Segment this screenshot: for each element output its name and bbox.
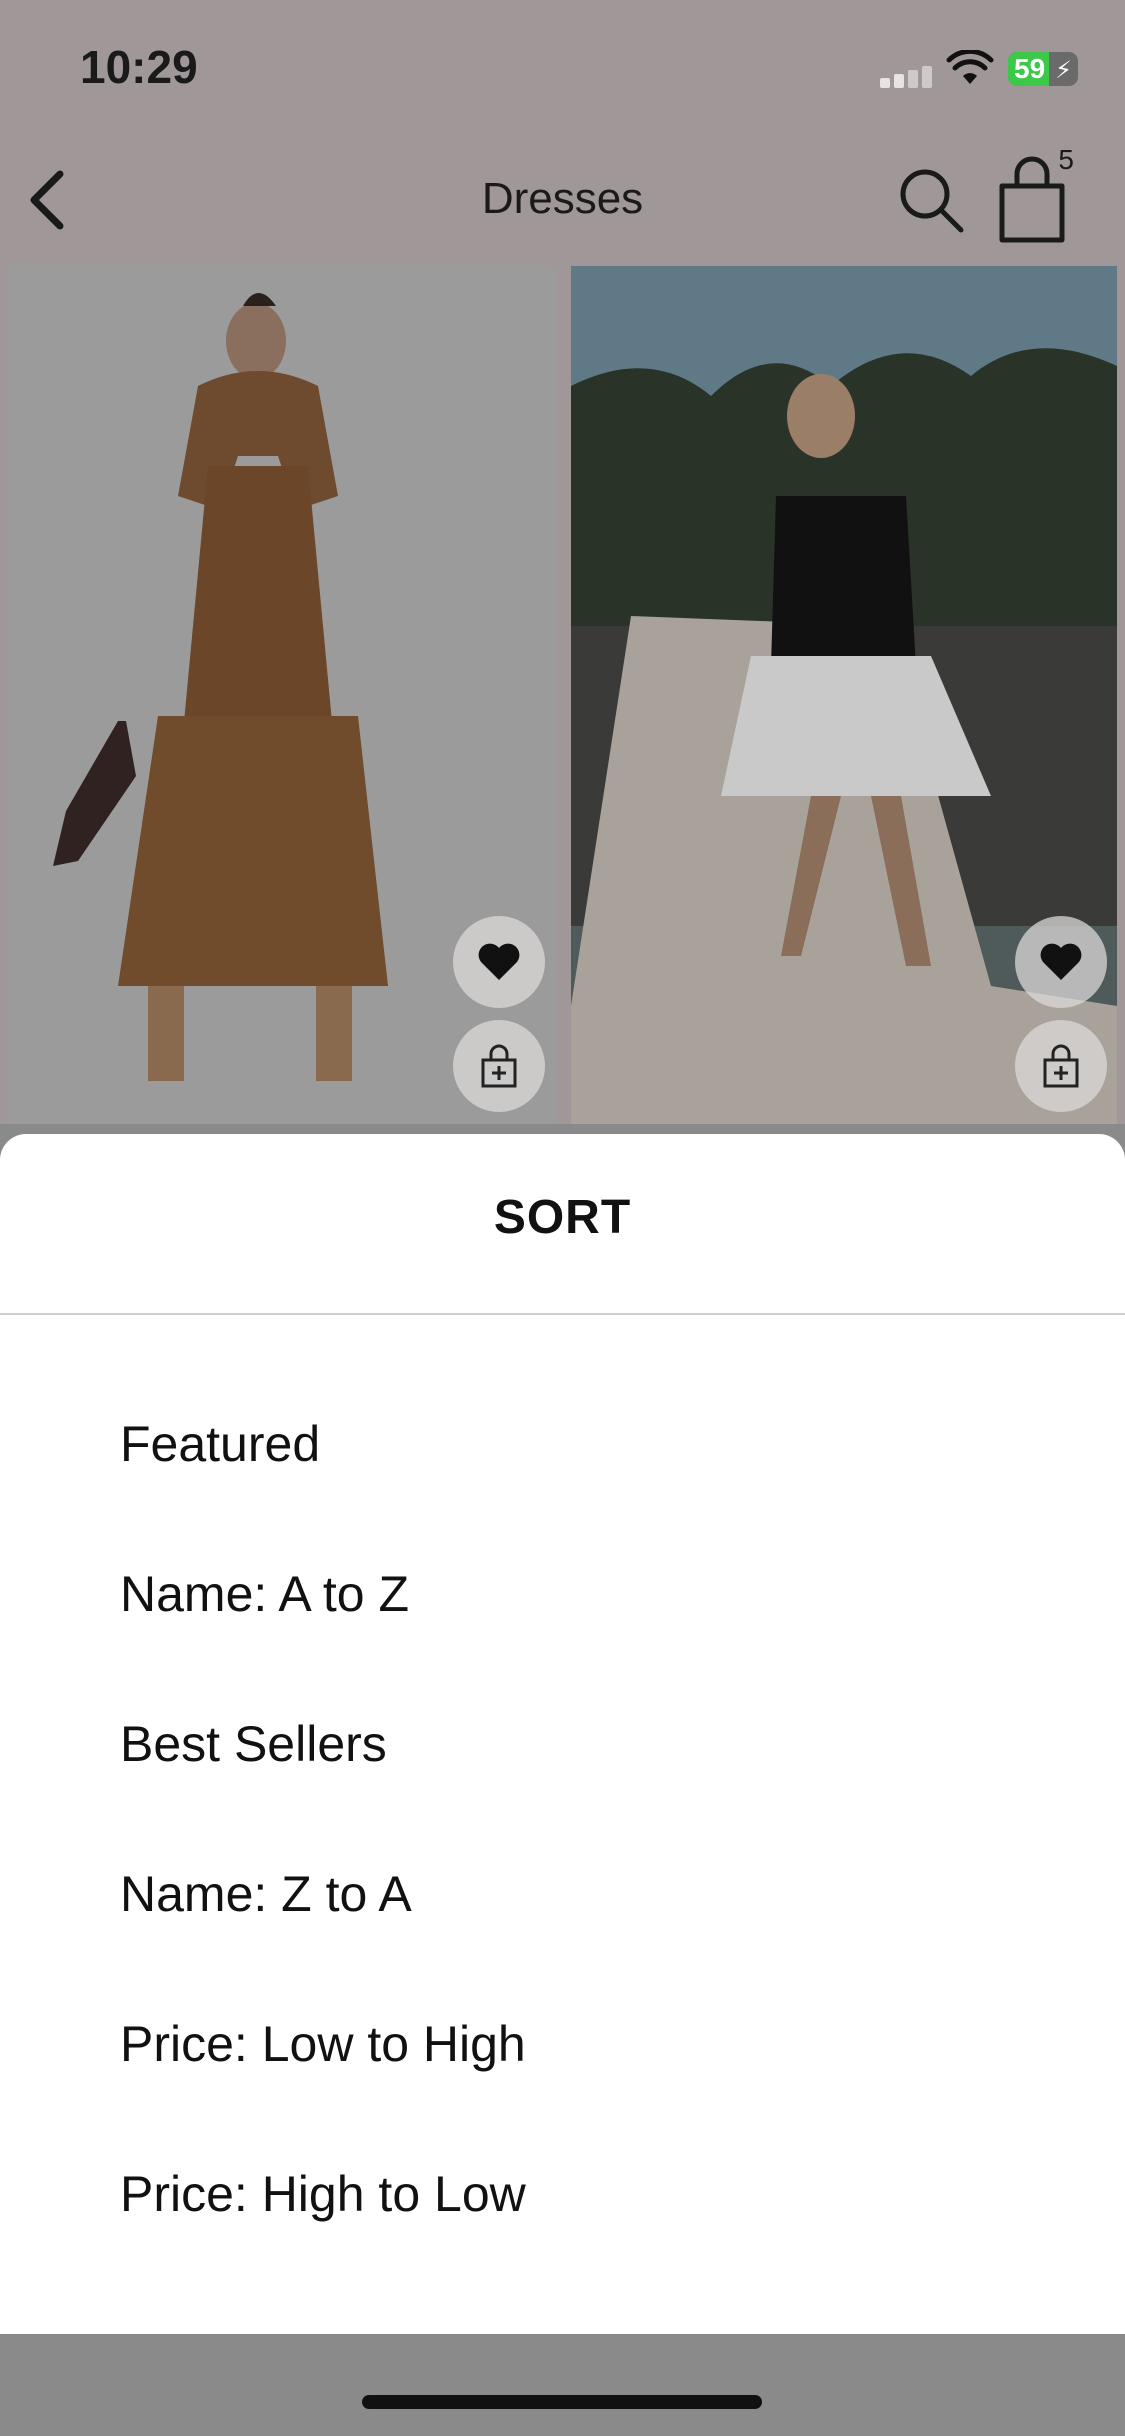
sort-option-name-a-z[interactable]: Name: A to Z — [120, 1539, 1020, 1649]
sort-option-best-sellers[interactable]: Best Sellers — [120, 1689, 1020, 1799]
status-time: 10:29 — [80, 41, 198, 93]
home-indicator[interactable] — [362, 2395, 762, 2409]
cellular-signal-icon — [880, 66, 936, 88]
sort-option-featured[interactable]: Featured — [120, 1389, 1020, 1499]
wishlist-button[interactable] — [453, 916, 545, 1008]
product-card[interactable] — [571, 266, 1117, 1124]
sort-sheet: SORT Featured Name: A to Z Best Sellers … — [0, 1134, 1125, 2334]
sort-option-price-low-high[interactable]: Price: Low to High — [120, 1989, 1020, 2099]
wifi-icon — [946, 50, 994, 84]
add-to-bag-icon — [481, 1044, 517, 1088]
divider — [0, 1313, 1125, 1315]
product-grid — [0, 264, 1125, 1124]
add-to-bag-icon — [1043, 1044, 1079, 1088]
sort-sheet-title: SORT — [493, 1191, 632, 1244]
add-to-bag-button[interactable] — [453, 1020, 545, 1112]
product-card[interactable] — [8, 266, 556, 1124]
battery-indicator: 59 ⚡ — [1008, 52, 1078, 86]
heart-icon — [1040, 943, 1082, 980]
battery-level: 59 — [1014, 53, 1046, 84]
wishlist-button[interactable] — [1015, 916, 1107, 1008]
sort-option-price-high-low[interactable]: Price: High to Low — [120, 2139, 1020, 2249]
shopping-bag-button[interactable]: 5 — [990, 144, 1080, 244]
sort-option-name-z-a[interactable]: Name: Z to A — [120, 1839, 1020, 1949]
bag-count-badge: 5 — [1058, 144, 1074, 175]
status-bar: 10:29 59 ⚡ — [0, 0, 1125, 134]
add-to-bag-button[interactable] — [1015, 1020, 1107, 1112]
charging-bolt-icon: ⚡ — [1055, 57, 1072, 84]
nav-bar: Dresses 5 — [0, 134, 1125, 264]
search-icon[interactable] — [895, 164, 967, 236]
heart-icon — [478, 943, 520, 980]
